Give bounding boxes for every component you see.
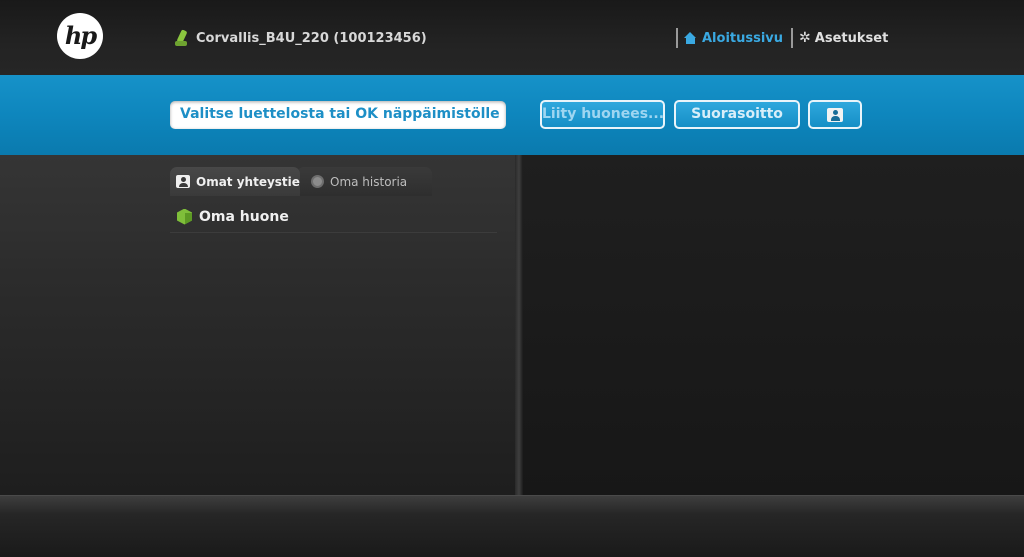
hp-logo-text: hp: [64, 21, 97, 50]
action-bar: Valitse luettelosta tai OK näppäimistöll…: [0, 75, 1024, 155]
panel-divider[interactable]: [515, 155, 523, 495]
device-name: Corvallis_B4U_220 (100123456): [196, 30, 427, 46]
contact-book-icon: [176, 175, 190, 188]
top-navigation: Aloitussivu ✲ Asetukset: [676, 28, 888, 48]
settings-link-label: Asetukset: [814, 30, 889, 46]
main-content: Omat yhteystiedot Oma historia Oma huone: [0, 155, 1024, 495]
tab-my-history[interactable]: Oma historia: [297, 167, 432, 196]
home-icon: [684, 32, 697, 44]
clock-icon: [311, 175, 324, 188]
top-header: hp Corvallis_B4U_220 (100123456) Aloitus…: [0, 0, 1024, 75]
join-room-button[interactable]: Liity huonees...: [540, 100, 665, 129]
direct-call-button[interactable]: Suorasoitto: [674, 100, 800, 129]
nav-separator: [791, 28, 794, 48]
search-input[interactable]: Valitse luettelosta tai OK näppäimistöll…: [170, 101, 506, 129]
gear-icon: ✲: [799, 30, 811, 46]
nav-separator: [676, 28, 678, 48]
room-cube-icon: [177, 208, 192, 225]
device-info: Corvallis_B4U_220 (100123456): [175, 28, 427, 48]
tab-my-contacts[interactable]: Omat yhteystiedot: [170, 167, 300, 196]
tab-label: Oma historia: [330, 174, 408, 189]
list-item-my-room[interactable]: Oma huone: [170, 201, 497, 233]
home-link-label: Aloitussivu: [702, 30, 784, 46]
home-link[interactable]: Aloitussivu: [684, 31, 783, 46]
tab-label: Omat yhteystiedot: [196, 174, 300, 189]
footer-bar: [0, 495, 1024, 557]
contacts-button[interactable]: [808, 100, 862, 129]
device-icon: [175, 29, 190, 47]
right-panel: [523, 155, 1024, 495]
list-item-label: Oma huone: [199, 208, 289, 225]
contact-book-icon: [827, 108, 843, 122]
settings-link[interactable]: ✲ Asetukset: [799, 30, 888, 46]
hp-logo: hp: [57, 13, 103, 59]
left-panel: Omat yhteystiedot Oma historia Oma huone: [0, 155, 515, 495]
